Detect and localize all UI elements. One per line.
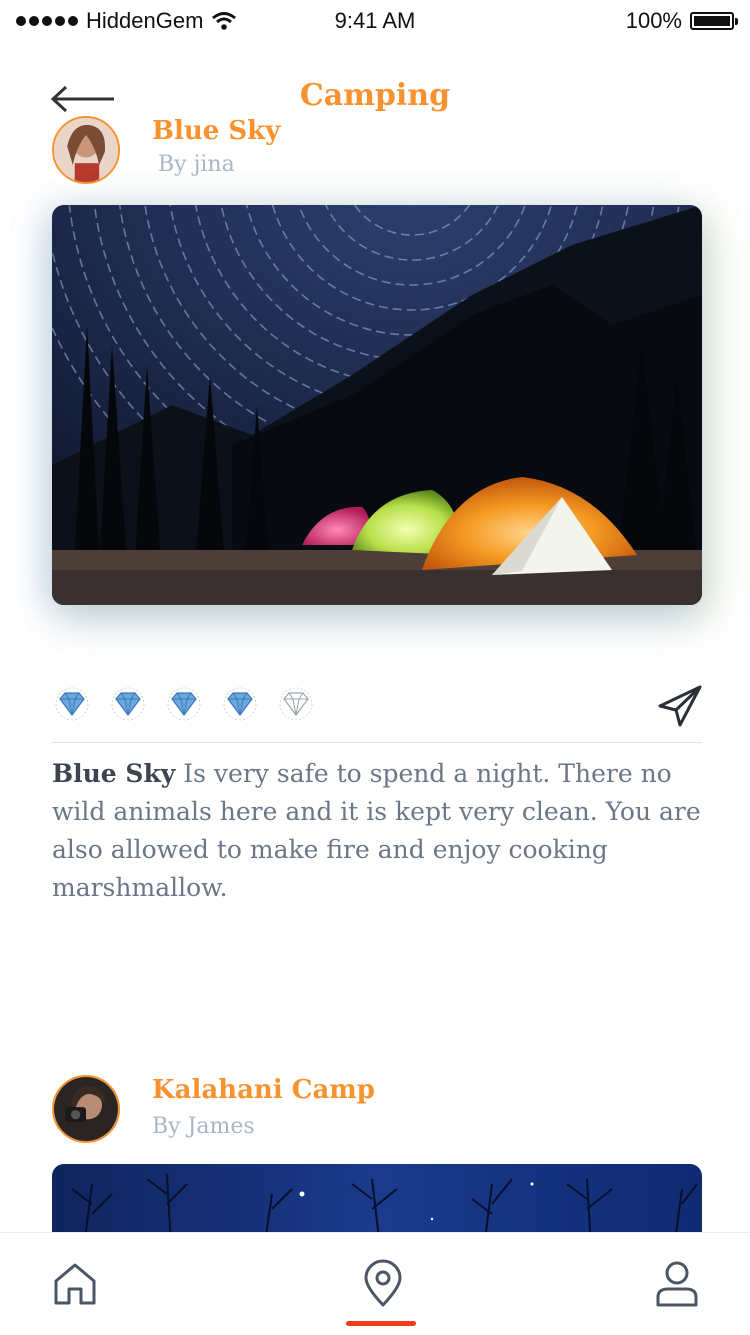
- post-author: By James: [152, 1114, 255, 1139]
- post-title[interactable]: Blue Sky: [152, 116, 280, 146]
- description-highlight: Blue Sky: [52, 759, 176, 788]
- divider: [52, 742, 702, 743]
- post-title[interactable]: Kalahani Camp: [152, 1075, 375, 1105]
- active-tab-indicator: [346, 1321, 416, 1326]
- avatar-photo: [54, 118, 118, 182]
- post-description: Blue Sky Is very safe to spend a night. …: [52, 755, 702, 907]
- nav-location[interactable]: [358, 1259, 408, 1309]
- nav-profile[interactable]: [652, 1259, 702, 1309]
- rating-diamonds: [52, 686, 316, 722]
- home-icon: [54, 1263, 96, 1305]
- nav-home[interactable]: [50, 1259, 100, 1309]
- diamond-icon[interactable]: [220, 686, 260, 722]
- diamond-icon[interactable]: [52, 686, 92, 722]
- post-photo[interactable]: [52, 205, 702, 605]
- send-icon[interactable]: [656, 684, 704, 728]
- avatar[interactable]: [52, 1075, 120, 1143]
- battery-percent: 100%: [625, 8, 682, 33]
- location-pin-icon: [364, 1259, 402, 1307]
- status-right: 100%: [625, 8, 738, 34]
- post-author: By jina: [158, 152, 235, 177]
- profile-icon: [656, 1261, 698, 1307]
- diamond-icon[interactable]: [108, 686, 148, 722]
- bottom-nav: [0, 1232, 750, 1335]
- diamond-icon[interactable]: [164, 686, 204, 722]
- diamond-outline-icon[interactable]: [276, 686, 316, 722]
- page-title: Camping: [299, 78, 451, 113]
- avatar-photo: [54, 1077, 118, 1141]
- battery-icon: [690, 12, 738, 30]
- status-bar: HiddenGem 9:41 AM 100%: [0, 0, 750, 44]
- avatar[interactable]: [52, 116, 120, 184]
